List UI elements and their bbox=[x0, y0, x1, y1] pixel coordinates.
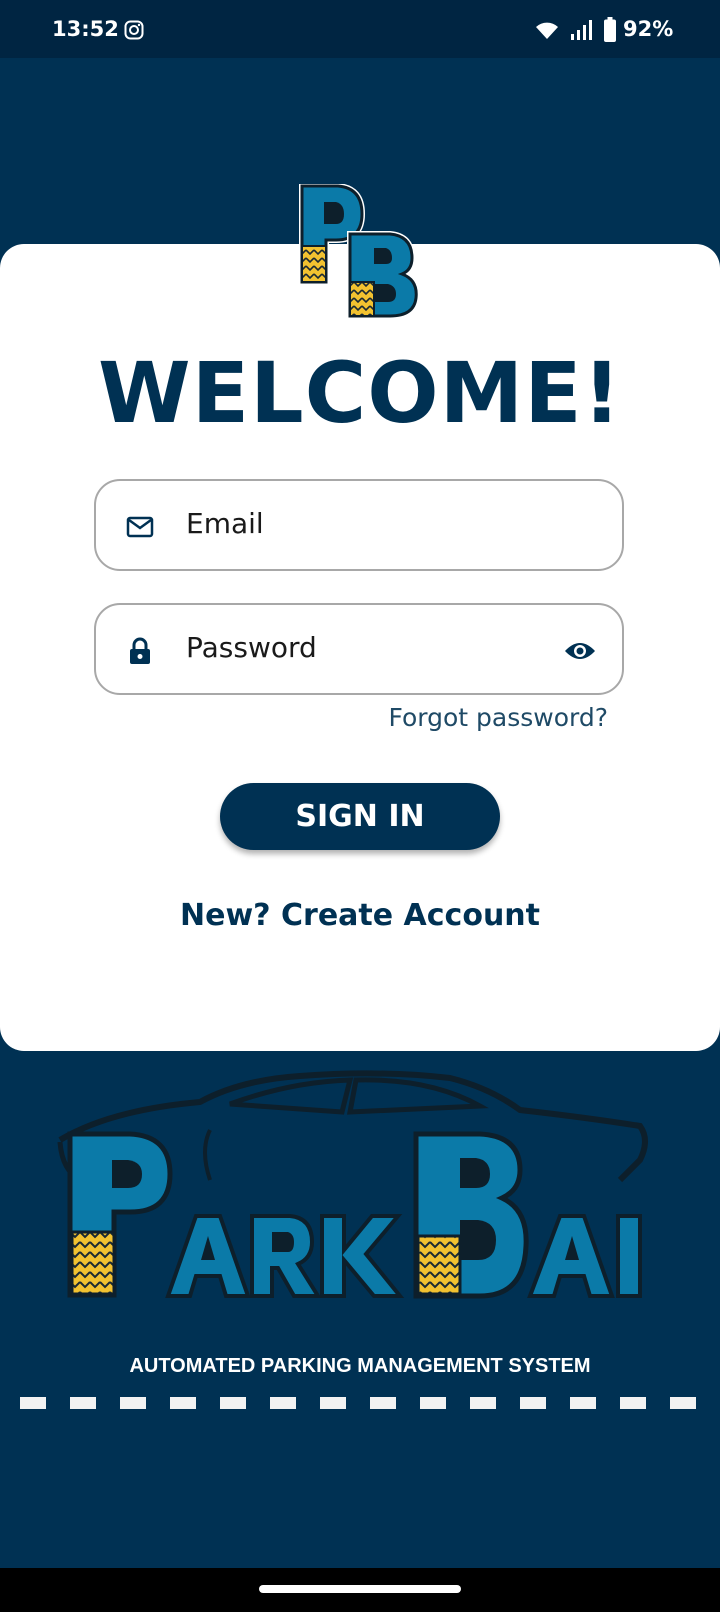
navigation-bar bbox=[0, 1568, 720, 1612]
parkbai-logo bbox=[57, 1070, 648, 1299]
email-placeholder: Email bbox=[186, 507, 264, 540]
status-time: 13:52 bbox=[52, 17, 119, 41]
brand-tagline: AUTOMATED PARKING MANAGEMENT SYSTEM bbox=[129, 1355, 591, 1377]
battery-percent: 92% bbox=[623, 17, 674, 41]
home-gesture-handle[interactable] bbox=[259, 1585, 461, 1593]
road-dashes bbox=[20, 1397, 696, 1409]
forgot-password-link[interactable]: Forgot password? bbox=[389, 703, 609, 732]
password-field[interactable]: Password bbox=[94, 603, 624, 695]
instagram-icon bbox=[124, 20, 144, 40]
signal-icon bbox=[571, 20, 592, 40]
welcome-title: WELCOME! bbox=[98, 344, 622, 442]
wifi-icon bbox=[536, 22, 558, 39]
password-placeholder: Password bbox=[186, 631, 317, 664]
create-account-link[interactable]: New? Create Account bbox=[0, 898, 720, 933]
pb-logo-icon bbox=[299, 184, 420, 319]
eye-icon[interactable] bbox=[564, 637, 596, 665]
battery-icon bbox=[604, 17, 616, 42]
email-field[interactable]: Email bbox=[94, 479, 624, 571]
lock-icon bbox=[130, 637, 150, 664]
status-bar: 13:52 92% bbox=[0, 0, 720, 58]
mail-icon bbox=[126, 516, 154, 538]
sign-in-button[interactable]: SIGN IN bbox=[220, 783, 500, 850]
